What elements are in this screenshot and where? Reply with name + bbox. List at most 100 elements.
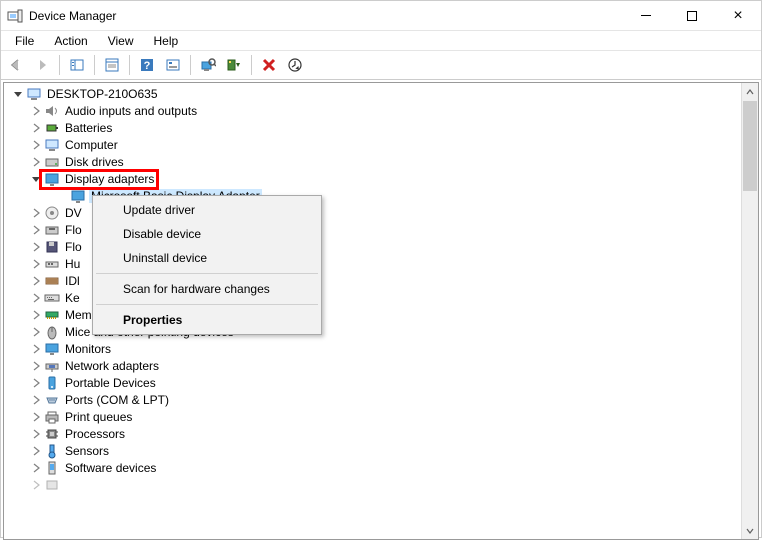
tree-item-portable[interactable]: Portable Devices — [4, 374, 740, 391]
software-device-icon — [44, 460, 60, 476]
toolbar-separator — [251, 55, 252, 75]
context-menu-separator — [96, 304, 318, 305]
tree-item-processors[interactable]: Processors — [4, 425, 740, 442]
update-driver-button[interactable] — [283, 53, 307, 77]
chevron-right-icon[interactable] — [28, 324, 44, 340]
floppy-icon — [44, 222, 60, 238]
tree-item-disk-drives[interactable]: Disk drives — [4, 153, 740, 170]
chevron-right-icon[interactable] — [28, 426, 44, 442]
context-menu-scan[interactable]: Scan for hardware changes — [95, 277, 319, 301]
tree-item-label: Batteries — [63, 121, 114, 135]
properties-button[interactable] — [100, 53, 124, 77]
titlebar: Device Manager × — [1, 1, 761, 31]
close-button[interactable]: × — [715, 1, 761, 31]
window-title: Device Manager — [29, 9, 116, 23]
sensor-icon — [44, 443, 60, 459]
menu-file[interactable]: File — [7, 32, 42, 50]
menu-action[interactable]: Action — [46, 32, 95, 50]
computer-icon — [44, 137, 60, 153]
menu-view[interactable]: View — [100, 32, 142, 50]
ide-icon — [44, 273, 60, 289]
context-menu-properties[interactable]: Properties — [95, 308, 319, 332]
device-manager-icon — [7, 8, 23, 24]
uninstall-button[interactable] — [257, 53, 281, 77]
tree-item-print-queues[interactable]: Print queues — [4, 408, 740, 425]
tree-item-label: Disk drives — [63, 155, 126, 169]
ports-icon — [44, 392, 60, 408]
menu-help[interactable]: Help — [146, 32, 187, 50]
chevron-right-icon[interactable] — [28, 460, 44, 476]
chevron-right-icon[interactable] — [28, 375, 44, 391]
scrollbar-thumb[interactable] — [743, 101, 757, 191]
chevron-right-icon[interactable] — [28, 290, 44, 306]
tree-item-ports[interactable]: Ports (COM & LPT) — [4, 391, 740, 408]
chevron-right-icon[interactable] — [28, 120, 44, 136]
tree-item-audio[interactable]: Audio inputs and outputs — [4, 102, 740, 119]
processor-icon — [44, 426, 60, 442]
monitor-icon — [44, 341, 60, 357]
tree-item-label: Processors — [63, 427, 127, 441]
chevron-right-icon[interactable] — [28, 443, 44, 459]
tree-item-monitors[interactable]: Monitors — [4, 340, 740, 357]
tree-item-sensors[interactable]: Sensors — [4, 442, 740, 459]
context-menu-uninstall-device[interactable]: Uninstall device — [95, 246, 319, 270]
chevron-right-icon[interactable] — [28, 103, 44, 119]
context-menu-separator — [96, 273, 318, 274]
portable-device-icon — [44, 375, 60, 391]
show-hide-console-tree-button[interactable] — [65, 53, 89, 77]
chevron-right-icon[interactable] — [28, 341, 44, 357]
scroll-down-button[interactable] — [742, 522, 758, 539]
chevron-right-icon[interactable] — [28, 239, 44, 255]
chevron-right-icon[interactable] — [28, 137, 44, 153]
tree-root[interactable]: DESKTOP-210O635 — [4, 85, 740, 102]
tree-item-display-adapters[interactable]: Display adapters — [4, 170, 740, 187]
tree-item-label: Audio inputs and outputs — [63, 104, 199, 118]
tree-item-software-devices[interactable]: Software devices — [4, 459, 740, 476]
vertical-scrollbar[interactable] — [741, 83, 758, 539]
display-adapter-icon — [44, 171, 60, 187]
tree-item-label: Ke — [63, 291, 82, 305]
tree-item-label: Sensors — [63, 444, 111, 458]
content-area: DESKTOP-210O635 Audio inputs and outputs… — [3, 82, 759, 540]
chevron-right-icon[interactable] — [28, 409, 44, 425]
tree-item-label: IDl — [63, 274, 82, 288]
context-menu-disable-device[interactable]: Disable device — [95, 222, 319, 246]
add-legacy-hardware-button[interactable] — [222, 53, 246, 77]
keyboard-icon — [44, 290, 60, 306]
chevron-right-icon[interactable] — [28, 477, 44, 493]
toolbar-separator — [129, 55, 130, 75]
tree-item-computer[interactable]: Computer — [4, 136, 740, 153]
tree-item-cutoff[interactable] — [4, 476, 740, 493]
scroll-up-button[interactable] — [742, 83, 758, 100]
chevron-right-icon[interactable] — [28, 222, 44, 238]
toolbar-separator — [190, 55, 191, 75]
maximize-button[interactable] — [669, 1, 715, 31]
chevron-right-icon[interactable] — [28, 307, 44, 323]
computer-icon — [26, 86, 42, 102]
chevron-down-icon[interactable] — [28, 171, 44, 187]
mouse-icon — [44, 324, 60, 340]
action-button[interactable] — [161, 53, 185, 77]
tree-item-batteries[interactable]: Batteries — [4, 119, 740, 136]
chevron-down-icon[interactable] — [10, 86, 26, 102]
tree-item-network[interactable]: Network adapters — [4, 357, 740, 374]
network-icon — [44, 358, 60, 374]
minimize-button[interactable] — [623, 1, 669, 31]
tree-root-label: DESKTOP-210O635 — [45, 87, 160, 101]
hid-icon — [44, 256, 60, 272]
chevron-right-icon[interactable] — [28, 392, 44, 408]
dvd-drive-icon — [44, 205, 60, 221]
tree-item-label: Hu — [63, 257, 82, 271]
chevron-right-icon[interactable] — [28, 358, 44, 374]
back-button[interactable] — [4, 53, 28, 77]
chevron-right-icon[interactable] — [28, 256, 44, 272]
forward-button[interactable] — [30, 53, 54, 77]
chevron-right-icon[interactable] — [28, 154, 44, 170]
toolbar-separator — [59, 55, 60, 75]
toolbar-separator — [94, 55, 95, 75]
chevron-right-icon[interactable] — [28, 273, 44, 289]
chevron-right-icon[interactable] — [28, 205, 44, 221]
context-menu-update-driver[interactable]: Update driver — [95, 198, 319, 222]
scan-hardware-button[interactable] — [196, 53, 220, 77]
help-button[interactable]: ? — [135, 53, 159, 77]
